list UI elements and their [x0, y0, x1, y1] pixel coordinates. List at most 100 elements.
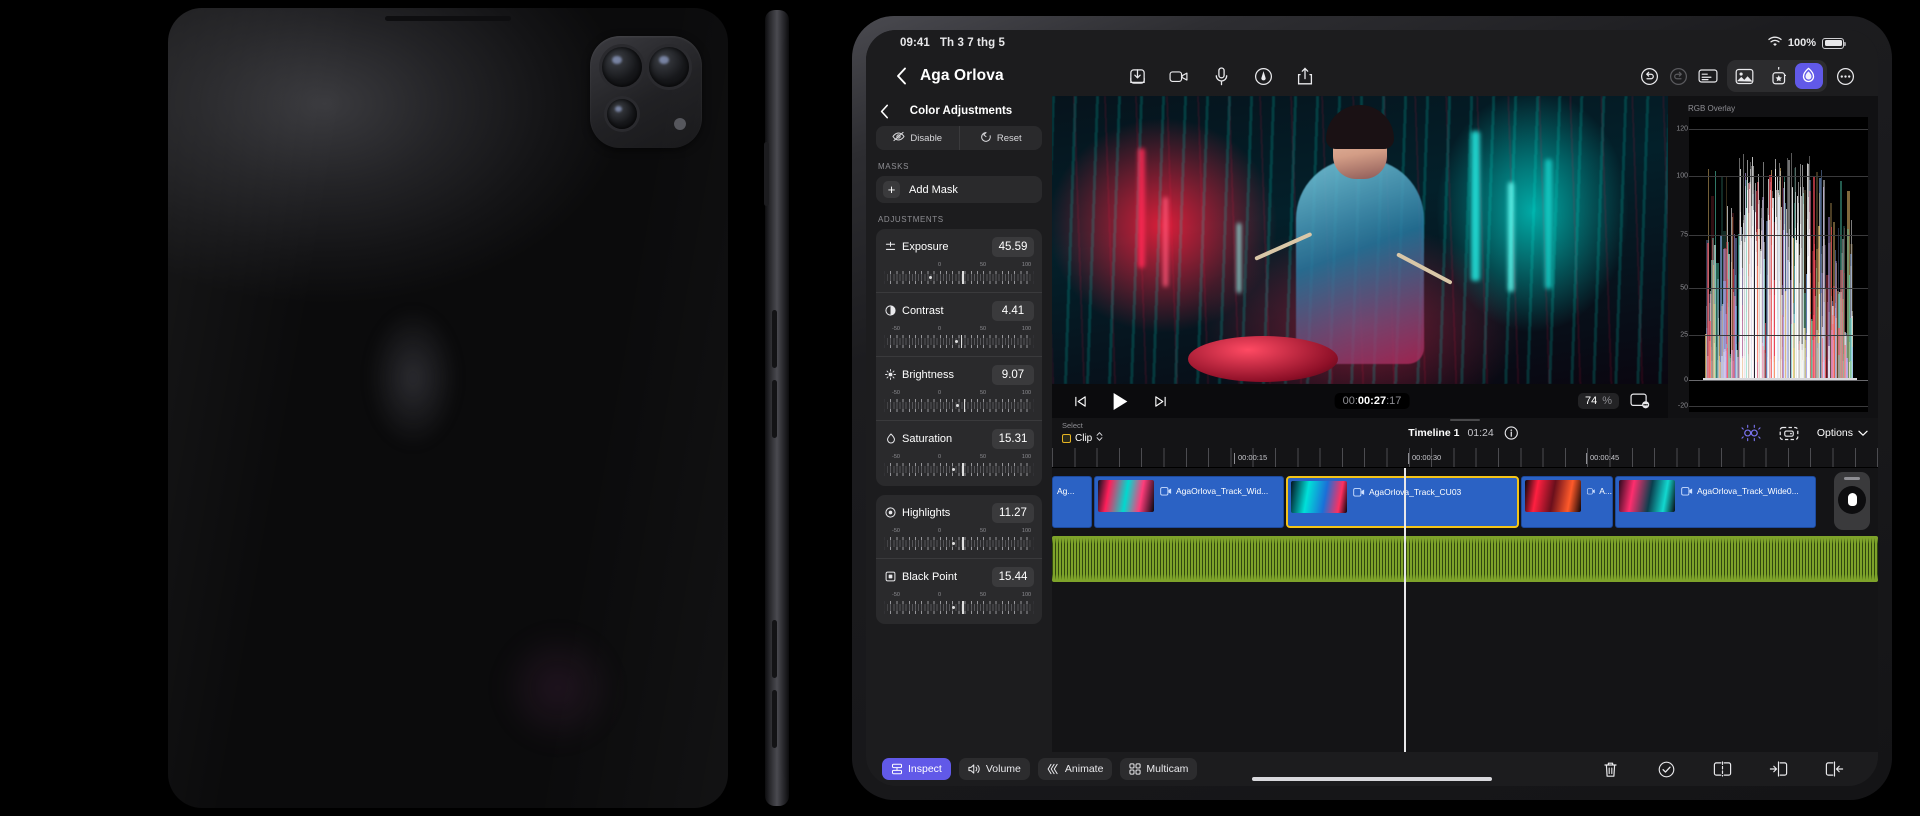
scope-trace	[1822, 180, 1826, 380]
skip-start-icon[interactable]	[1070, 391, 1090, 411]
adjustment-value[interactable]: 15.44	[992, 566, 1034, 587]
zoom-level[interactable]: 74 %	[1577, 393, 1619, 409]
battery-percent: 100%	[1787, 37, 1816, 49]
scope-gridline	[1689, 379, 1868, 381]
audio-track[interactable]	[1052, 536, 1878, 582]
toolbar-button-label: Volume	[985, 763, 1021, 775]
draw-icon[interactable]	[1253, 66, 1273, 86]
adjustment-value[interactable]: 15.31	[992, 428, 1034, 449]
adjustment-slider[interactable]: -50 0 50 100	[884, 592, 1034, 618]
timeline-clip[interactable]: AgaOrlova_Track_Wid...	[1094, 476, 1284, 528]
add-mask-button[interactable]: + Add Mask	[876, 176, 1042, 203]
slider-tick-label: 100	[1021, 528, 1032, 534]
adjustment-slider[interactable]: -50 0 50 100	[884, 454, 1034, 480]
timeline-drag-handle[interactable]	[1450, 419, 1480, 421]
import-icon[interactable]	[1127, 66, 1147, 86]
inspector-back-button[interactable]	[874, 104, 894, 119]
timeline-clip[interactable]: AgaOrlova_Track_CU03	[1286, 476, 1519, 528]
slider-handle[interactable]	[962, 536, 964, 551]
timeline-clip[interactable]: AgaOrlova_Track_Wide0...	[1615, 476, 1816, 528]
titles-icon[interactable]	[1698, 66, 1718, 86]
options-button[interactable]: Options	[1817, 427, 1868, 439]
auto-enhance-icon[interactable]	[1741, 423, 1761, 443]
toolbar-inspect-button[interactable]: Inspect	[882, 758, 951, 780]
adjustment-slider[interactable]: 0 50 100	[884, 262, 1034, 288]
selection-mode[interactable]: Select Clip	[1062, 421, 1103, 445]
slider-default-dot	[951, 468, 955, 471]
clip-thumbnail	[1619, 480, 1675, 512]
adjustment-label: Black Point	[902, 570, 958, 583]
timeline-tracks[interactable]: Ag... AgaOrlova_Track_Wid... AgaOrlova_Tra…	[1052, 468, 1878, 752]
timeline-ruler[interactable]: 00:00:15 00:00:30 00:00:45	[1052, 448, 1878, 468]
adjustment-value[interactable]: 4.41	[992, 300, 1034, 321]
scope-trace	[1797, 182, 1799, 380]
external-display-icon[interactable]	[1630, 391, 1650, 411]
speaker-grille	[772, 620, 777, 678]
adjustment-row-contrast[interactable]: Contrast 4.41 -50 0 50 100	[876, 292, 1042, 356]
speaker-grille	[772, 690, 777, 748]
adjustment-row-brightness[interactable]: Brightness 9.07 -50 0 50 100	[876, 356, 1042, 420]
microphone-icon[interactable]	[1211, 66, 1231, 86]
adjustment-value[interactable]: 45.59	[992, 236, 1034, 257]
redo-icon[interactable]	[1669, 66, 1689, 86]
adjustment-row-saturation[interactable]: Saturation 15.31 -50 0 50 100	[876, 420, 1042, 484]
more-options-icon[interactable]	[1836, 66, 1856, 86]
disable-button[interactable]: Disable	[876, 126, 959, 150]
adjustment-slider[interactable]: -50 0 50 100	[884, 390, 1034, 416]
trash-icon[interactable]	[1600, 759, 1620, 779]
scope-gridline	[1689, 288, 1868, 290]
adjustment-value[interactable]: 9.07	[992, 364, 1034, 385]
adjustment-label: Highlights	[902, 506, 951, 519]
skip-end-icon[interactable]	[1150, 391, 1170, 411]
slider-handle[interactable]	[962, 462, 964, 477]
check-circle-icon[interactable]	[1656, 759, 1676, 779]
video-preview[interactable]	[1052, 96, 1668, 384]
media-library-icon[interactable]	[1731, 63, 1759, 89]
jog-wheel-control[interactable]	[1834, 472, 1870, 530]
inspect-icon	[891, 763, 903, 775]
scope-trace	[1776, 231, 1778, 380]
scope-trace	[1736, 349, 1739, 380]
slider-tick-label: -50	[892, 528, 900, 534]
plus-icon: +	[883, 181, 900, 198]
video-camera-icon[interactable]	[1169, 66, 1189, 86]
toolbar-multicam-button[interactable]: Multicam	[1120, 758, 1198, 780]
reset-button[interactable]: Reset	[958, 126, 1043, 150]
masks-section-label: MASKS	[878, 162, 910, 171]
eye-slash-icon	[892, 131, 905, 145]
undo-icon[interactable]	[1640, 66, 1660, 86]
jog-dial-icon[interactable]	[1838, 485, 1866, 514]
scope-gridline	[1689, 176, 1868, 177]
drum	[1187, 336, 1338, 382]
adjustment-row-highlights[interactable]: Highlights 11.27 -50 0 50 100	[876, 495, 1042, 558]
color-adjustments-icon[interactable]	[1794, 63, 1823, 89]
back-button[interactable]	[888, 67, 914, 85]
toolbar-animate-button[interactable]: Animate	[1037, 758, 1113, 780]
split-clip-icon[interactable]	[1712, 759, 1732, 779]
play-icon[interactable]	[1110, 391, 1130, 411]
toolbar-volume-button[interactable]: Volume	[958, 758, 1030, 780]
scope-trace	[1749, 283, 1751, 380]
slider-handle[interactable]	[963, 398, 966, 413]
adjustment-row-black-point[interactable]: Black Point 15.44 -50 0 50 100	[876, 558, 1042, 622]
trim-end-icon[interactable]	[1824, 759, 1844, 779]
adjustment-slider[interactable]: -50 0 50 100	[884, 326, 1034, 352]
inspector-scroll[interactable]: Disable Reset MASKS + Add Mask ADJUSTMEN…	[866, 126, 1052, 752]
adjustment-slider[interactable]: -50 0 50 100	[884, 528, 1034, 554]
slider-handle[interactable]	[960, 334, 963, 349]
share-icon[interactable]	[1295, 66, 1315, 86]
slider-default-dot	[951, 606, 955, 609]
adjustment-row-exposure[interactable]: Exposure 45.59 0 50 100	[876, 229, 1042, 292]
clip-settings-icon[interactable]	[1779, 423, 1799, 443]
adjustment-value[interactable]: 11.27	[992, 502, 1034, 523]
saturation-gradient-bar	[884, 476, 1034, 479]
playhead[interactable]	[1404, 468, 1406, 752]
slider-handle[interactable]	[962, 270, 964, 285]
timeline-clip[interactable]: Ag...	[1052, 476, 1092, 528]
effects-icon[interactable]	[1763, 63, 1791, 89]
trim-start-icon[interactable]	[1768, 759, 1788, 779]
ruler-label: 00:00:30	[1408, 453, 1441, 464]
info-icon[interactable]	[1502, 423, 1522, 443]
slider-handle[interactable]	[962, 600, 964, 615]
timeline-clip[interactable]: A...	[1521, 476, 1613, 528]
